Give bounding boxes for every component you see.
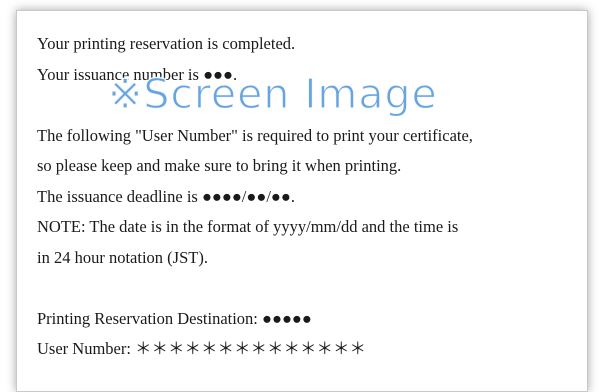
reservation-complete-text: Your printing reservation is completed. xyxy=(37,34,296,53)
bring-when-printing-text: so please keep and make sure to bring it… xyxy=(37,156,402,175)
time-notation-note-text: in 24 hour notation (JST). xyxy=(37,247,208,267)
printing-destination-text: Printing Reservation Destination: ●●●●● xyxy=(37,308,312,328)
user-number-text: User Number: ＊＊＊＊＊＊＊＊＊＊＊＊＊＊ xyxy=(37,339,367,358)
reservation-text-block: Your printing reservation is completed. … xyxy=(37,29,473,365)
issuance-number-text: Your issuance number is ●●●. xyxy=(37,64,238,84)
issuance-deadline-text: The issuance deadline is ●●●●/●●/●●. xyxy=(37,186,295,206)
date-format-note-text: NOTE: The date is in the format of yyyy/… xyxy=(37,217,459,236)
reservation-info-card: Your printing reservation is completed. … xyxy=(16,10,588,392)
user-number-required-text: The following "User Number" is required … xyxy=(37,125,473,145)
